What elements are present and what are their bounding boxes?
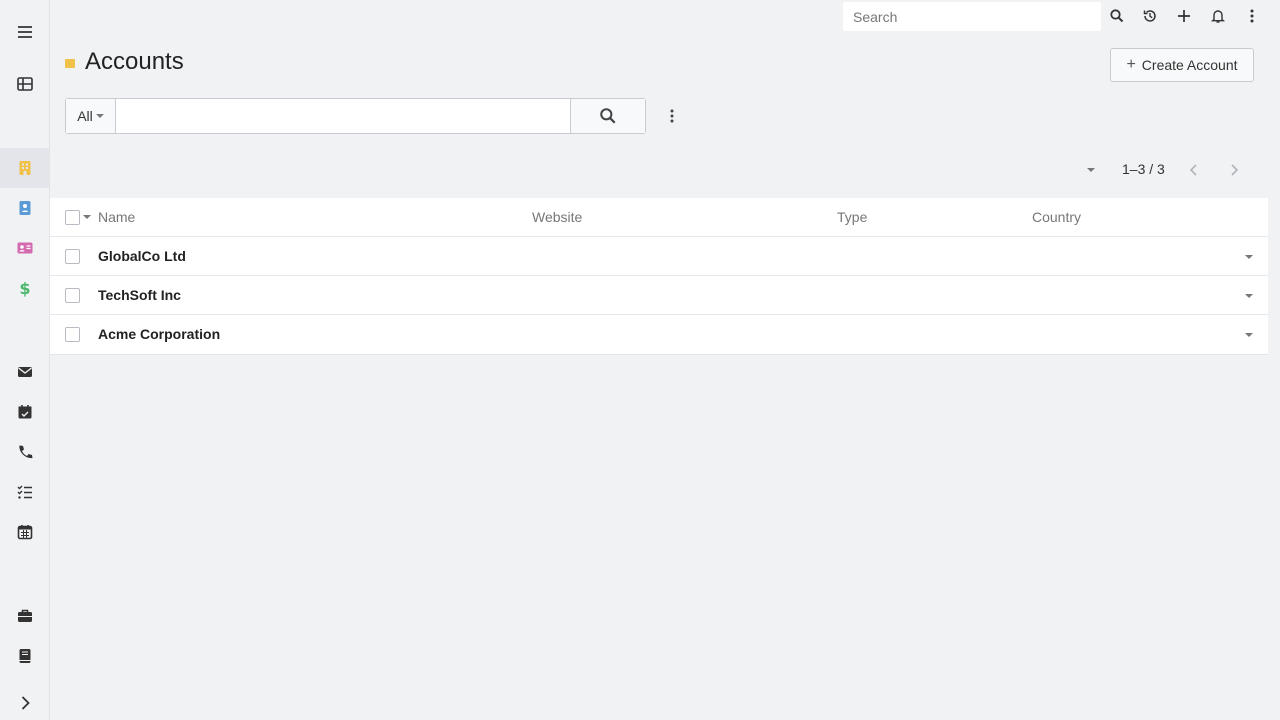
- title-color-mark: [65, 59, 75, 68]
- table-row: TechSoft Inc: [50, 276, 1268, 315]
- sidebar-item-dashboard[interactable]: [0, 64, 49, 104]
- caret-down-icon[interactable]: [83, 215, 91, 219]
- book-icon: [19, 649, 30, 663]
- contacts-icon: [19, 201, 30, 215]
- next-page-button[interactable]: [1222, 158, 1246, 182]
- opportunities-icon: $: [19, 279, 30, 297]
- caret-down-icon: [1245, 255, 1253, 259]
- meetings-icon: [18, 405, 31, 419]
- search-icon: [1110, 9, 1124, 23]
- more-vertical-icon: [1250, 9, 1254, 23]
- calendar-icon: [17, 525, 32, 540]
- create-account-label: Create Account: [1141, 57, 1238, 73]
- calls-icon: [18, 445, 32, 459]
- row-checkbox[interactable]: [65, 288, 80, 303]
- table-header-row: Name Website Type Country: [50, 198, 1268, 237]
- history-button[interactable]: [1137, 4, 1163, 28]
- more-vertical-icon: [670, 109, 674, 123]
- scope-filter-dropdown[interactable]: All: [66, 99, 116, 133]
- account-name-link[interactable]: GlobalCo Ltd: [98, 248, 186, 264]
- account-name-link[interactable]: TechSoft Inc: [98, 287, 181, 303]
- accounts-table: Name Website Type Country GlobalCo Ltd T…: [50, 198, 1268, 355]
- sidebar-item-leads[interactable]: [0, 228, 49, 268]
- column-header-type: Type: [837, 209, 868, 225]
- create-account-button[interactable]: + Create Account: [1110, 48, 1254, 82]
- history-icon: [1143, 10, 1156, 22]
- plus-icon: +: [1126, 56, 1136, 73]
- sidebar-item-knowledge-base[interactable]: [0, 636, 49, 676]
- caret-down-icon: [95, 114, 104, 118]
- row-actions-dropdown[interactable]: [1240, 248, 1258, 266]
- dashboard-icon: [16, 77, 33, 91]
- column-header-country: Country: [1032, 209, 1082, 225]
- pagination-range: 1–3 / 3: [1122, 161, 1165, 177]
- pagination-options-dropdown[interactable]: [1082, 162, 1100, 178]
- sidebar: $: [0, 0, 50, 720]
- more-menu-button[interactable]: [1239, 4, 1265, 28]
- sidebar-item-calendar[interactable]: [0, 512, 49, 552]
- global-search-input[interactable]: [843, 2, 1101, 31]
- briefcase-icon: [17, 609, 32, 622]
- chevron-right-icon: [21, 696, 30, 710]
- sidebar-item-contacts[interactable]: [0, 188, 49, 228]
- plus-icon: [1178, 10, 1190, 22]
- row-checkbox[interactable]: [65, 327, 80, 342]
- sidebar-item-accounts[interactable]: [0, 148, 49, 188]
- caret-down-icon: [1245, 333, 1253, 337]
- caret-down-icon: [1087, 168, 1095, 172]
- accounts-icon: [19, 161, 30, 175]
- sidebar-expand-button[interactable]: [0, 683, 49, 720]
- list-actions-menu-button[interactable]: [660, 104, 684, 128]
- table-row: GlobalCo Ltd: [50, 237, 1268, 276]
- search-submit-button[interactable]: [570, 99, 645, 133]
- quick-create-button[interactable]: [1171, 4, 1197, 28]
- list-search-bar: All: [65, 98, 646, 134]
- global-search-button[interactable]: [1104, 4, 1130, 28]
- account-name-link[interactable]: Acme Corporation: [98, 326, 220, 342]
- row-actions-dropdown[interactable]: [1240, 287, 1258, 305]
- chevron-left-icon: [1189, 164, 1197, 176]
- notifications-button[interactable]: [1205, 4, 1231, 28]
- menu-icon: [17, 26, 32, 38]
- select-all-checkbox[interactable]: [65, 210, 80, 225]
- scope-filter-label: All: [77, 108, 93, 124]
- text-filter-input[interactable]: [116, 99, 570, 133]
- page-title: Accounts: [85, 48, 184, 75]
- email-icon: [17, 367, 32, 377]
- bell-icon: [1210, 10, 1226, 23]
- leads-icon: [17, 242, 32, 254]
- search-icon: [600, 108, 616, 124]
- sidebar-item-opportunities[interactable]: $: [0, 268, 49, 308]
- row-actions-dropdown[interactable]: [1240, 326, 1258, 344]
- caret-down-icon: [1245, 294, 1253, 298]
- chevron-right-icon: [1231, 164, 1239, 176]
- menu-toggle-button[interactable]: [0, 12, 49, 52]
- sidebar-item-tasks[interactable]: [0, 472, 49, 512]
- column-header-name[interactable]: Name: [98, 209, 135, 225]
- table-row: Acme Corporation: [50, 315, 1268, 354]
- sidebar-item-email[interactable]: [0, 352, 49, 392]
- row-checkbox[interactable]: [65, 249, 80, 264]
- sidebar-item-cases[interactable]: [0, 596, 49, 636]
- column-header-website: Website: [532, 209, 583, 225]
- sidebar-item-calls[interactable]: [0, 432, 49, 472]
- sidebar-item-meetings[interactable]: [0, 392, 49, 432]
- previous-page-button[interactable]: [1182, 158, 1206, 182]
- tasks-icon: [17, 485, 32, 499]
- svg-text:$: $: [19, 279, 30, 297]
